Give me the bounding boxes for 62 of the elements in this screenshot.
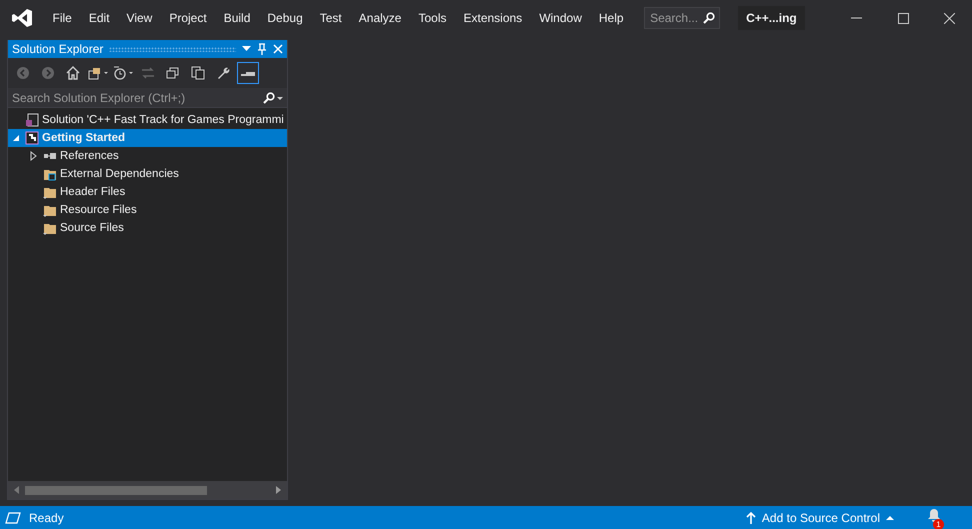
minimize-icon[interactable] [851,17,863,19]
folder-icon [43,203,57,217]
scroll-right-icon[interactable] [276,486,281,494]
menu-item[interactable]: File [44,11,80,25]
tree-item[interactable]: References [8,147,287,165]
tree-item[interactable]: Header Files [8,183,287,201]
tree-item-label: Source Files [60,222,124,234]
solution-name: C++...ing [738,6,805,30]
menu-item[interactable]: Test [311,11,350,25]
pin-icon[interactable] [257,43,267,55]
collapse-all-icon[interactable] [166,66,180,80]
tree-item[interactable]: Resource Files [8,201,287,219]
expanded-arrow-icon[interactable] [12,134,20,142]
folder-icon [43,167,57,181]
menu-item[interactable]: Tools [410,11,455,25]
toolbar-button[interactable] [237,62,259,84]
status-text: Ready [29,510,64,524]
ready-icon [5,512,21,524]
history-icon[interactable] [112,66,134,80]
menu-item[interactable]: Edit [80,11,118,25]
notification-count: 1 [933,519,944,529]
search-field[interactable]: Search Solution Explorer (Ctrl+;) [8,88,287,108]
tree-item-label: External Dependencies [60,168,179,180]
menu-item[interactable]: Window [530,11,590,25]
source-control-button[interactable]: Add to Source Control [746,510,894,524]
up-arrow-icon [746,512,756,524]
collapsed-arrow-icon[interactable] [30,151,38,161]
menu-item[interactable]: View [118,11,161,25]
search-field[interactable]: Search... [644,7,720,29]
menu-item[interactable]: Analyze [350,11,410,25]
logo-icon [11,8,33,28]
menu-item[interactable]: Extensions [454,11,531,25]
wrench-icon[interactable] [216,66,230,80]
menu-item[interactable]: Build [215,11,259,25]
caret-icon [886,515,894,520]
menu-item[interactable]: Help [590,11,632,25]
tree-item[interactable]: External Dependencies [8,165,287,183]
close-icon[interactable] [944,12,954,24]
folder-icon [43,185,57,199]
bell-icon [928,508,940,522]
tree-item-label: Getting Started [42,132,126,144]
tree-item[interactable]: Source Files [8,219,287,237]
copy-icon[interactable] [191,66,205,80]
tree-item-label: Solution 'C++ Fast Track for Games Programmi [42,114,284,126]
horizontal-scrollbar[interactable] [8,481,287,499]
switch-views-icon[interactable] [88,66,108,80]
solution-icon [25,113,39,127]
maximize-icon[interactable] [898,12,908,24]
tree-item-label: Resource Files [60,204,137,216]
panel-title: Solution Explorer [12,42,104,56]
tree-item[interactable]: Solution 'C++ Fast Track for Games Programmi [8,111,287,129]
search-icon[interactable] [703,12,716,24]
folder-icon [43,221,57,235]
menu-item[interactable]: Debug [258,11,312,25]
tree-item-label: References [60,150,119,162]
tree-item[interactable]: Getting Started [8,129,287,147]
search-icon[interactable] [263,92,283,104]
home-icon[interactable] [66,66,80,80]
dropdown-icon[interactable] [242,46,251,52]
project-icon [25,131,39,145]
menu-item[interactable]: Project [160,11,216,25]
tree-item-label: Header Files [60,186,126,198]
